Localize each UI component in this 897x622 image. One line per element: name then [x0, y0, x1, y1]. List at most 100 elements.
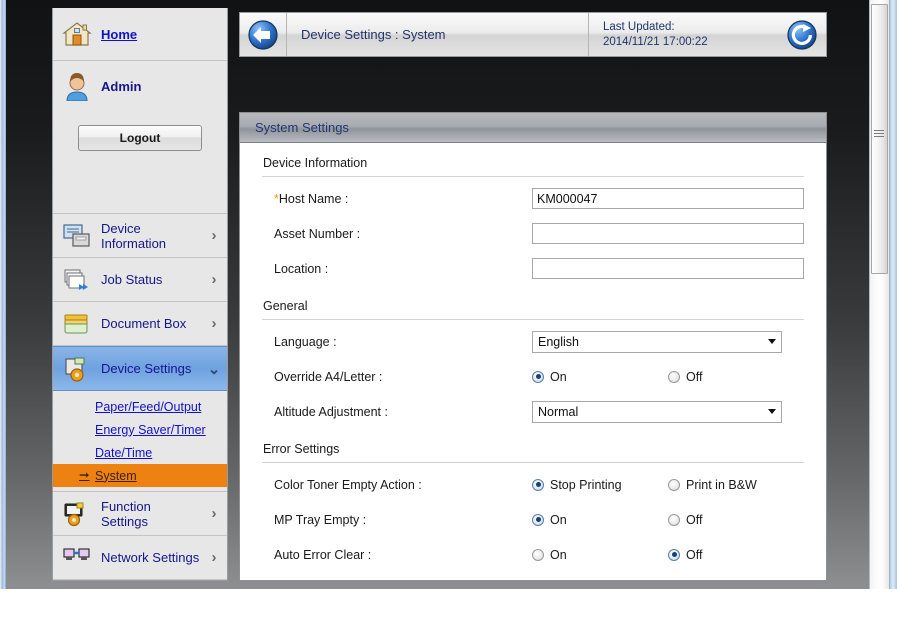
radio-option-off[interactable]: Off	[668, 548, 702, 562]
window-right-border	[890, 0, 897, 589]
device-settings-icon	[53, 356, 101, 382]
chevron-down-icon	[763, 339, 781, 344]
chevron-right-icon: ›	[211, 271, 217, 288]
sidebar-item-label: Job Status	[101, 272, 163, 287]
field-row-override-a4-letter: Override A4/Letter : On Off	[262, 359, 804, 394]
radio-indicator	[532, 548, 544, 561]
radio-indicator	[668, 370, 680, 383]
radio-option-stop-printing[interactable]: Stop Printing	[532, 478, 668, 492]
chevron-right-icon: ›	[211, 315, 217, 332]
radio-indicator	[668, 548, 680, 561]
override-a4-letter-radio-group: On Off	[532, 370, 702, 384]
document-box-icon	[53, 311, 101, 337]
last-updated-label: Last Updated:	[603, 20, 675, 33]
language-select-value: English	[538, 334, 579, 349]
chevron-down-icon: ⌄	[207, 360, 221, 378]
user-name: Admin	[101, 78, 142, 94]
sidebar: Home Admin Logout Device Information › J…	[52, 8, 228, 581]
sidebar-item-label: Device Information	[101, 220, 167, 251]
sidebar-item-label: Energy Saver/Timer	[95, 422, 206, 437]
sidebar-item-energy-saver-timer[interactable]: Energy Saver/Timer	[53, 418, 227, 441]
location-input[interactable]	[532, 258, 804, 279]
field-row-color-toner-empty-action: Color Toner Empty Action : Stop Printing…	[262, 467, 804, 502]
field-row-asset-number: Asset Number :	[262, 216, 804, 251]
field-label: MP Tray Empty :	[274, 512, 367, 527]
field-row-language: Language : English	[262, 324, 804, 359]
sidebar-item-paper-feed-output[interactable]: Paper/Feed/Output	[53, 395, 227, 418]
section-rule	[262, 462, 804, 463]
page-bottom-area	[0, 589, 897, 622]
network-settings-icon	[53, 545, 101, 571]
radio-option-off[interactable]: Off	[668, 513, 702, 527]
radio-label: On	[550, 547, 567, 562]
section-rule	[262, 319, 804, 320]
chevron-down-icon	[763, 409, 781, 414]
sidebar-item-date-time[interactable]: Date/Time	[53, 441, 227, 464]
user-row: Admin	[53, 61, 227, 111]
radio-option-on[interactable]: On	[532, 513, 668, 527]
function-settings-icon	[53, 501, 101, 527]
content-topbar-wrapper: Device Settings : System Last Updated: 2…	[239, 12, 827, 57]
sidebar-item-label: Network Settings	[101, 550, 200, 565]
section-title-error-settings: Error Settings	[263, 442, 340, 456]
altitude-adjustment-select-value: Normal	[538, 404, 579, 419]
section-rule	[262, 176, 804, 177]
radio-option-on[interactable]: On	[532, 370, 668, 384]
scrollbar-grip-icon	[874, 130, 884, 139]
host-name-input[interactable]	[532, 188, 804, 209]
logout-button[interactable]: Logout	[78, 125, 202, 151]
field-label: Location :	[274, 261, 329, 276]
sidebar-item-job-status[interactable]: Job Status ›	[53, 258, 227, 302]
avatar	[53, 71, 101, 101]
content-topbar: Device Settings : System Last Updated: 2…	[239, 12, 827, 57]
refresh-icon	[787, 19, 817, 50]
field-label: Auto Error Clear :	[274, 547, 372, 562]
chevron-right-icon: ›	[211, 227, 217, 244]
home-label[interactable]: Home	[101, 27, 137, 42]
field-label: Asset Number :	[274, 226, 361, 241]
sidebar-item-network-settings[interactable]: Network Settings ›	[53, 536, 227, 580]
radio-indicator	[532, 478, 544, 491]
logout-wrapper: Logout	[53, 111, 227, 151]
sidebar-item-device-information[interactable]: Device Information ›	[53, 214, 227, 258]
page-title: System Settings	[255, 120, 349, 135]
back-arrow-icon	[248, 19, 278, 50]
back-button[interactable]	[240, 13, 287, 56]
screenshot-root: Home Admin Logout Device Information › J…	[0, 0, 897, 622]
section-title-device-information: Device Information	[263, 156, 368, 170]
sidebar-item-device-settings[interactable]: Device Settings ⌄	[53, 346, 227, 391]
field-row-altitude-adjustment: Altitude Adjustment : Normal	[262, 394, 804, 429]
language-select[interactable]: English	[532, 330, 782, 353]
arrow-right-icon: ➞	[79, 468, 90, 483]
radio-option-print-in-bw[interactable]: Print in B&W	[668, 478, 757, 492]
field-label: Color Toner Empty Action :	[274, 477, 422, 492]
altitude-adjustment-select[interactable]: Normal	[532, 400, 782, 423]
sidebar-item-system[interactable]: ➞ System	[53, 464, 227, 487]
field-label: Override A4/Letter :	[274, 369, 383, 384]
radio-label: Stop Printing	[550, 477, 622, 492]
vertical-scrollbar-thumb[interactable]	[871, 4, 888, 274]
chevron-right-icon: ›	[211, 505, 217, 522]
refresh-button[interactable]	[778, 13, 826, 56]
sidebar-item-label: System	[95, 468, 137, 483]
radio-option-off[interactable]: Off	[668, 370, 702, 384]
breadcrumb: Device Settings : System	[301, 27, 446, 42]
chevron-right-icon: ›	[211, 549, 217, 566]
asset-number-input[interactable]	[532, 223, 804, 244]
sidebar-item-home[interactable]: Home	[53, 8, 227, 61]
sidebar-item-document-box[interactable]: Document Box ›	[53, 302, 227, 346]
auto-error-clear-radio-group: On Off	[532, 548, 702, 562]
sidebar-item-label: Document Box	[101, 316, 187, 331]
home-icon	[53, 20, 101, 48]
radio-indicator	[532, 370, 544, 383]
sidebar-item-function-settings[interactable]: Function Settings ›	[53, 492, 227, 536]
sidebar-item-label: Date/Time	[95, 445, 153, 460]
radio-option-on[interactable]: On	[532, 548, 668, 562]
radio-indicator	[668, 478, 680, 491]
last-updated-value: 2014/11/21 17:00:22	[603, 35, 708, 48]
field-label: *Host Name :	[262, 192, 532, 206]
color-toner-empty-action-radio-group: Stop Printing Print in B&W	[532, 478, 757, 492]
field-label: Altitude Adjustment :	[274, 404, 388, 419]
radio-indicator	[532, 513, 544, 526]
